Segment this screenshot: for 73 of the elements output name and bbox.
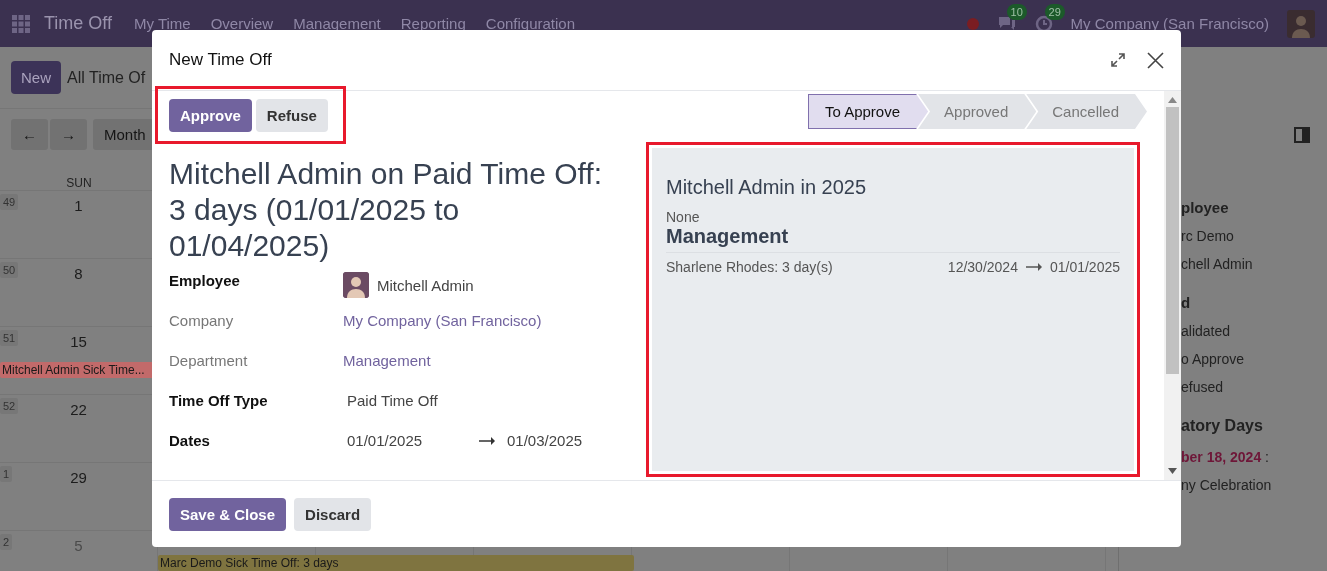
- refuse-button[interactable]: Refuse: [255, 99, 328, 132]
- week-number: 52: [0, 398, 19, 414]
- calendar-event[interactable]: Marc Demo Sick Time Off: 3 days: [158, 555, 634, 571]
- filter-item[interactable]: chell Admin: [1181, 256, 1327, 272]
- filter-heading: ployee: [1181, 199, 1230, 216]
- allocation-title: Mitchell Admin in 2025: [666, 176, 868, 199]
- status-step[interactable]: To Approve: [808, 94, 929, 129]
- day-number: 29: [70, 469, 87, 486]
- field-label: Employee: [169, 272, 241, 289]
- approve-button[interactable]: Approve: [169, 99, 252, 132]
- expand-icon[interactable]: [1111, 53, 1125, 67]
- apps-grid-icon[interactable]: [12, 14, 30, 33]
- menu-item[interactable]: Configuration: [485, 15, 576, 32]
- breadcrumb-title: All Time Of: [67, 68, 146, 87]
- week-number: 50: [0, 262, 19, 278]
- record-title: Mitchell Admin on Paid Time Off: 3 days (01/01/2025 to 01/04/2025): [169, 156, 603, 264]
- scroll-up-icon[interactable]: [1168, 97, 1177, 103]
- filter-item[interactable]: alidated: [1181, 323, 1327, 339]
- field-label: Time Off Type: [169, 392, 269, 409]
- close-icon[interactable]: [1147, 51, 1164, 69]
- day-header: SUN: [65, 176, 93, 190]
- filter-item[interactable]: o Approve: [1181, 351, 1327, 367]
- date-from: 12/30/2024: [947, 259, 1018, 275]
- scrollbar[interactable]: [1164, 91, 1181, 480]
- day-number: 1: [74, 197, 83, 214]
- date-from[interactable]: 01/01/2025: [347, 432, 479, 449]
- day-number: 15: [70, 333, 87, 350]
- filter-item[interactable]: rc Demo: [1181, 228, 1327, 244]
- week-number: 49: [0, 194, 19, 210]
- scroll-down-icon[interactable]: [1168, 468, 1177, 474]
- save-button[interactable]: Save & Close: [169, 497, 287, 531]
- week-number: 1: [0, 466, 13, 482]
- message-count-badge: 10: [1006, 3, 1027, 20]
- group-heading: Management: [666, 225, 1120, 253]
- menu-item[interactable]: Overview: [210, 15, 274, 32]
- field-label: Department: [169, 352, 249, 369]
- activity-count-badge: 29: [1044, 3, 1065, 20]
- employee-avatar: [343, 272, 369, 298]
- filter-item[interactable]: ny Celebration: [1181, 477, 1327, 493]
- discard-button[interactable]: Discard: [294, 497, 372, 531]
- day-number: 22: [70, 401, 87, 418]
- menu-item[interactable]: My Time: [134, 15, 191, 32]
- previous-button[interactable]: ←: [11, 119, 48, 150]
- app-name[interactable]: Time Off: [44, 13, 112, 34]
- arrow-icon: [1025, 263, 1042, 271]
- filter-item[interactable]: ber 18, 2024 :: [1181, 449, 1327, 465]
- field-link[interactable]: Management: [343, 352, 431, 369]
- allocation-subtitle: None: [666, 209, 701, 225]
- status-step[interactable]: Cancelled: [1026, 94, 1147, 129]
- allocation-name: Sharlene Rhodes: 3 day(s): [666, 259, 833, 275]
- date-to: 01/01/2025: [1049, 259, 1120, 275]
- dialog-title: New Time Off: [169, 50, 272, 70]
- date-to[interactable]: 01/03/2025: [507, 432, 583, 449]
- menu-item[interactable]: Reporting: [400, 15, 466, 32]
- week-number: 51: [0, 330, 19, 346]
- field-value[interactable]: Paid Time Off: [347, 392, 438, 409]
- menu-item[interactable]: Management: [293, 15, 381, 32]
- next-button[interactable]: →: [50, 119, 87, 150]
- filter-heading: d: [1181, 294, 1192, 311]
- filter-heading: atory Days: [1181, 417, 1264, 435]
- employee-name[interactable]: Mitchell Admin: [377, 276, 474, 294]
- arrow-icon: [479, 436, 495, 445]
- clock-icon[interactable]: [1034, 14, 1053, 33]
- new-button[interactable]: New: [11, 61, 61, 94]
- field-label: Dates: [169, 432, 211, 449]
- day-number: 8: [74, 265, 83, 282]
- recording-dot-icon[interactable]: [966, 17, 979, 30]
- status-step[interactable]: Approved: [918, 94, 1037, 129]
- week-number: 2: [0, 534, 13, 550]
- filter-item[interactable]: efused: [1181, 379, 1327, 395]
- sidebar-toggle-icon[interactable]: [1294, 127, 1310, 143]
- field-label: Company: [169, 312, 235, 329]
- field-link[interactable]: My Company (San Francisco): [343, 312, 542, 329]
